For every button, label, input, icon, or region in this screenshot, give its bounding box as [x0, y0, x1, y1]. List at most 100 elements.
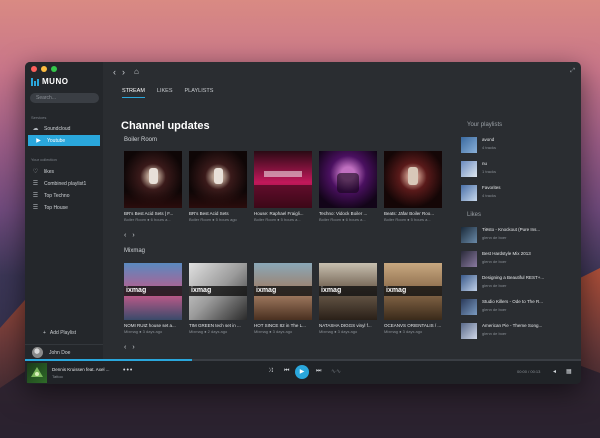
queue-icon[interactable]: ▦ — [566, 368, 572, 375]
video-meta: Mixmag ● 3 days ago — [319, 329, 358, 334]
video-thumbnail — [384, 151, 442, 208]
sidebar-item-top-techno[interactable]: ☰ Top Techno — [25, 190, 103, 201]
sidebar: MUNO Search... Services ☁ Soundcloud ▶ Y… — [25, 62, 103, 360]
more-options-icon[interactable]: ••• — [123, 367, 133, 374]
sidebar-item-youtube[interactable]: ▶ Youtube — [28, 135, 100, 146]
tab-likes[interactable]: LIKES — [157, 88, 173, 98]
track-title: American Pie - Theme Song... — [482, 323, 543, 328]
video-title: BR's Best Acid Sets | F... — [124, 211, 174, 216]
tab-playlists[interactable]: PLAYLISTS — [185, 88, 214, 98]
boiler-room-cards: BR's Best Acid Sets | F... Boiler Room ●… — [124, 151, 442, 222]
sidebar-item-likes[interactable]: ♡ likes — [25, 166, 103, 177]
video-title: TIM GREEN tech set in ... — [189, 323, 241, 328]
playlist-thumbnail — [461, 137, 477, 153]
collection-heading: Your collection — [31, 157, 57, 162]
search-input[interactable]: Search... — [30, 93, 99, 103]
fullscreen-icon[interactable]: ⤢ — [570, 68, 575, 75]
sidebar-item-combined-playlist[interactable]: ☰ Combined playlist1 — [25, 178, 103, 189]
video-card[interactable]: Beats: Jäfar Boiler Roo... Boiler Room ●… — [384, 151, 442, 222]
video-meta: Mixmag ● 2 days ago — [189, 329, 228, 334]
video-card[interactable]: ixmag TIM GREEN tech set in ... Mixmag ●… — [189, 263, 247, 334]
video-card[interactable]: Techno: Vidock Boiler ... Boiler Room ● … — [319, 151, 377, 222]
plus-icon: + — [43, 330, 46, 336]
sidebar-item-label: Top House — [44, 204, 68, 211]
playback-progress[interactable] — [25, 359, 581, 361]
next-icon[interactable]: ⏭ — [316, 368, 321, 375]
close-window-button[interactable] — [31, 66, 37, 72]
shuffle-icon[interactable]: ⤨ — [268, 368, 273, 375]
sidebar-item-soundcloud[interactable]: ☁ Soundcloud — [25, 123, 103, 134]
liked-track[interactable]: Tiësto - Knockout (Pure Ins... glenn de … — [461, 227, 574, 243]
services-heading: Services — [31, 115, 47, 120]
video-title: House: Raphael Fraigli... — [254, 211, 304, 216]
back-icon[interactable]: ‹ — [113, 67, 116, 77]
app-logo: MUNO — [31, 77, 68, 86]
track-artist: glenn de boer — [482, 235, 507, 240]
sidebar-item-top-house[interactable]: ☰ Top House — [25, 202, 103, 213]
video-card[interactable]: BR's Best Acid Sets Boiler Room ● 5 hour… — [189, 151, 247, 222]
chevron-left-icon[interactable]: ‹ — [124, 232, 126, 239]
playlist-count: 4 tracks — [482, 193, 497, 198]
player-bar: Dennis Kruissen feat. Axel ... Tattoo ••… — [25, 359, 581, 384]
user-profile[interactable]: John Doe — [25, 344, 103, 360]
playlist-item[interactable]: avond 4 tracks — [461, 137, 574, 153]
minimize-window-button[interactable] — [41, 66, 47, 72]
liked-track[interactable]: American Pie - Theme Song... glenn de bo… — [461, 323, 574, 339]
add-playlist-button[interactable]: + Add Playlist — [43, 330, 76, 336]
chevron-right-icon[interactable]: › — [132, 344, 134, 351]
forward-icon[interactable]: › — [122, 67, 125, 77]
track-title: Designing a Beautiful REST+... — [482, 275, 545, 280]
liked-track[interactable]: Studio Killers - Ode to The R... glenn d… — [461, 299, 574, 315]
video-card[interactable]: ixmag OCEANVS ORIENTALIS / ... Mixmag ● … — [384, 263, 442, 334]
playlist-item[interactable]: nu 1 tracks — [461, 161, 574, 177]
chevron-right-icon[interactable]: › — [132, 232, 134, 239]
mixmag-logo: ixmag — [189, 286, 247, 296]
video-thumbnail: ixmag — [189, 263, 247, 320]
mixmag-logo: ixmag — [124, 286, 182, 296]
playlist-title: nu — [482, 161, 488, 166]
video-title: Techno: Vidock Boiler ... — [319, 211, 368, 216]
track-thumbnail — [461, 323, 477, 339]
video-meta: Boiler Room ● 5 hours a... — [384, 217, 431, 222]
app-window: MUNO Search... Services ☁ Soundcloud ▶ Y… — [25, 62, 581, 384]
sidebar-item-label: Top Techno — [44, 192, 70, 199]
playback-time: 00:00 / 00:13 — [517, 369, 541, 374]
playlist-item[interactable]: Favorites 4 tracks — [461, 185, 574, 201]
track-artist: glenn de boer — [482, 307, 507, 312]
sidebar-item-label: Soundcloud — [44, 125, 71, 132]
history-nav: ‹ › ⌂ — [113, 67, 139, 77]
video-meta: Mixmag ● 3 days ago — [254, 329, 293, 334]
sidebar-item-label: likes — [44, 168, 55, 175]
video-card[interactable]: ixmag NOMI RUIZ house set a... Mixmag ● … — [124, 263, 182, 334]
channel-updates: Channel updates Boiler Room BR's Best Ac… — [103, 102, 453, 360]
home-icon[interactable]: ⌂ — [134, 67, 139, 77]
avatar — [32, 347, 43, 358]
play-button[interactable]: ▶ — [295, 365, 309, 379]
zoom-window-button[interactable] — [51, 66, 57, 72]
heart-icon: ♡ — [32, 169, 39, 175]
play-icon: ▶ — [36, 138, 41, 144]
add-playlist-label: Add Playlist — [49, 330, 77, 336]
volume-icon[interactable]: ◂ — [553, 368, 556, 375]
sidebar-item-label: Combined playlist1 — [44, 180, 87, 187]
track-artist: glenn de boer — [482, 331, 507, 336]
track-thumbnail — [461, 227, 477, 243]
video-thumbnail: ixmag — [254, 263, 312, 320]
tab-stream[interactable]: STREAM — [122, 88, 145, 98]
now-playing-artwork — [27, 363, 47, 383]
liked-track[interactable]: Designing a Beautiful REST+... glenn de … — [461, 275, 574, 291]
video-meta: Mixmag ● 3 days ago — [124, 329, 163, 334]
video-card[interactable]: BR's Best Acid Sets | F... Boiler Room ●… — [124, 151, 182, 222]
liked-track[interactable]: Best Hardstyle Mix 2013 glenn de boer — [461, 251, 574, 267]
video-card[interactable]: ixmag NATASHA DIGGS vinyl f... Mixmag ● … — [319, 263, 377, 334]
mixmag-logo: ixmag — [254, 286, 312, 296]
mixmag-pager: ‹ › — [124, 344, 135, 351]
chevron-left-icon[interactable]: ‹ — [124, 344, 126, 351]
previous-icon[interactable]: ⏮ — [284, 368, 289, 375]
page-title: Channel updates — [121, 120, 210, 132]
video-card[interactable]: House: Raphael Fraigli... Boiler Room ● … — [254, 151, 312, 222]
tab-bar: STREAM LIKES PLAYLISTS — [122, 88, 213, 98]
group-title-boiler-room: Boiler Room — [124, 137, 158, 143]
video-card[interactable]: ixmag HOT SINCE 82 in The L... Mixmag ● … — [254, 263, 312, 334]
playlist-title: Favorites — [482, 185, 501, 190]
